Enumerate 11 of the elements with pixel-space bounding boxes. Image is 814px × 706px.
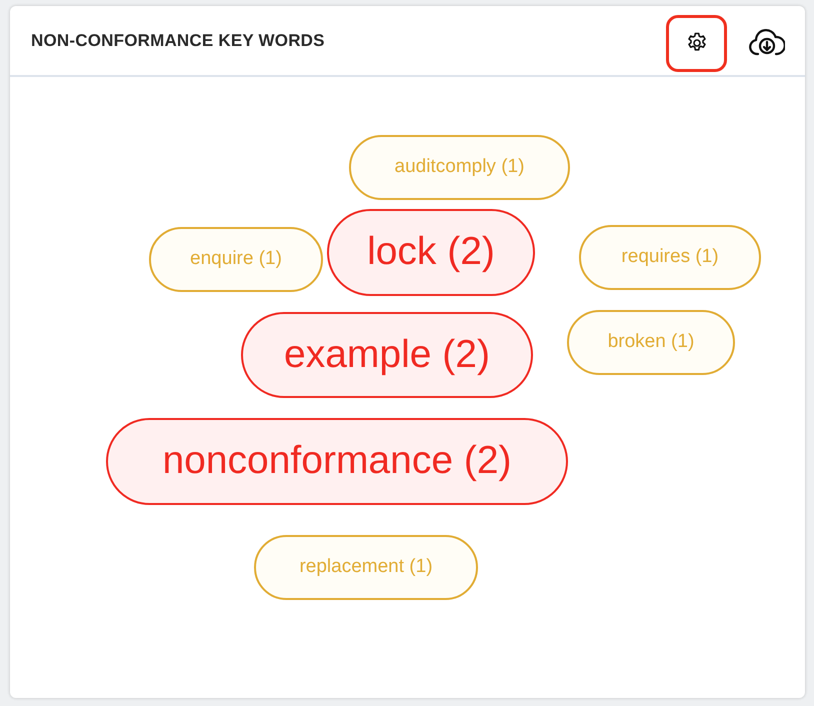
keyword-tag[interactable]: auditcomply (1) xyxy=(349,135,570,200)
keyword-tag[interactable]: replacement (1) xyxy=(254,535,478,600)
keyword-tag[interactable]: nonconformance (2) xyxy=(106,418,568,505)
keyword-tag[interactable]: example (2) xyxy=(241,312,533,398)
keyword-tag[interactable]: requires (1) xyxy=(579,225,761,290)
panel-title: NON-CONFORMANCE KEY WORDS xyxy=(31,30,325,52)
keyword-tag[interactable]: lock (2) xyxy=(327,209,535,296)
settings-button[interactable] xyxy=(666,14,727,72)
cloud-download-icon xyxy=(749,28,785,58)
keyword-tag[interactable]: broken (1) xyxy=(567,310,735,375)
keyword-tag[interactable]: enquire (1) xyxy=(149,227,323,292)
